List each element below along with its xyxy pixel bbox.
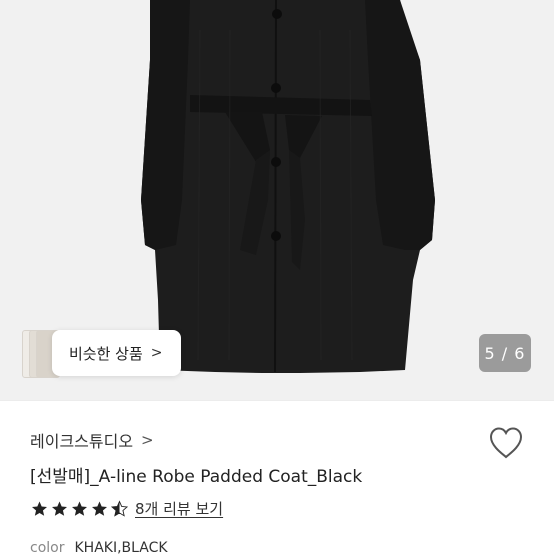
star-rating [30,499,129,518]
star-icon [72,501,87,516]
star-icon [32,501,47,516]
chevron-right-icon: > [150,345,163,361]
star-icon [52,501,67,516]
image-counter: 5 / 6 [479,334,531,372]
reviews-link[interactable]: 8개 리뷰 보기 [135,498,223,519]
product-image-gallery[interactable]: 비슷한 상품 > 5 / 6 [0,0,554,400]
similar-products[interactable]: 비슷한 상품 > [22,330,181,378]
heart-outline-icon[interactable] [488,426,524,460]
divider [0,400,554,401]
similar-products-label: 비슷한 상품 [69,344,143,363]
chevron-right-icon: > [141,431,154,449]
shop-link[interactable]: 레이크스튜디오 > [30,428,154,452]
rating-row: 8개 리뷰 보기 [30,498,223,519]
similar-products-button[interactable]: 비슷한 상품 > [52,330,181,376]
product-title: [선발매]_A-line Robe Padded Coat_Black [30,467,363,487]
star-icon [92,501,107,516]
shop-name: 레이크스튜디오 [30,432,134,451]
similar-thumbnails [22,330,60,378]
star-half-icon [110,499,129,517]
